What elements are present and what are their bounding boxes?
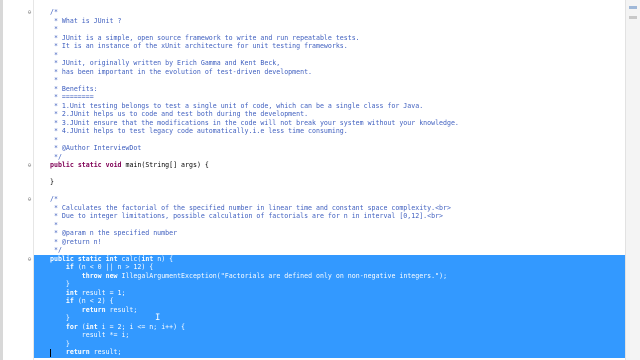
fold-collapse-icon[interactable]: ⊖ [26, 9, 33, 16]
code-line[interactable]: * JUnit, originally written by Erich Gam… [34, 59, 626, 68]
code-line[interactable]: */ [34, 153, 626, 162]
code-line-text: /* [50, 8, 58, 16]
code-line-text: * @Author InterviewDot [50, 144, 142, 152]
code-line[interactable]: * [34, 51, 626, 60]
code-line-text: if (n < 0 || n > 12) { [65, 263, 154, 271]
code-line[interactable]: * 4.JUnit helps to test legacy code auto… [34, 127, 626, 136]
code-line[interactable]: /* [34, 195, 626, 204]
code-line-text: * 3.JUnit ensure that the modifications … [50, 118, 459, 127]
code-line-text: * [50, 25, 58, 33]
code-line[interactable]: * 1.Unit testing belongs to test a singl… [34, 102, 626, 111]
code-line[interactable]: * [34, 221, 626, 230]
code-line-text: } [50, 280, 70, 288]
code-line[interactable] [34, 187, 626, 196]
fold-collapse-icon[interactable]: ⊖ [26, 256, 33, 263]
code-line[interactable] [34, 170, 626, 179]
code-line-text: } [50, 314, 70, 322]
code-line-text: return result; [81, 305, 138, 314]
code-line-text: return result; [65, 348, 122, 356]
code-line-text: * @param n the specified number [50, 229, 178, 237]
code-line[interactable]: for (int i = 2; i <= n; i++) { [34, 323, 626, 332]
code-line[interactable]: * [34, 25, 626, 34]
code-line[interactable]: * What is JUnit ? [34, 17, 626, 26]
ruler-marker[interactable] [629, 6, 637, 9]
code-line-text: /* [50, 195, 58, 203]
code-line-text: } [50, 178, 54, 186]
code-area[interactable]: /* * What is JUnit ? * * JUnit is a simp… [34, 0, 626, 360]
ruler-marker[interactable] [629, 16, 637, 19]
code-line-text: public static void main(String[] args) { [50, 161, 209, 169]
code-line[interactable]: public static int calc(int n) { [34, 255, 626, 264]
code-line[interactable]: * Calculates the factorial of the specif… [34, 204, 626, 213]
code-line[interactable]: * JUnit is a simple, open source framewo… [34, 34, 626, 43]
code-line-text: * 2.JUnit helps us to code and test both… [50, 110, 309, 118]
code-line[interactable]: } [34, 314, 626, 323]
code-line-text: * ======== [50, 93, 94, 101]
code-line[interactable]: * ======== [34, 93, 626, 102]
code-line-text: * [50, 135, 58, 144]
code-line-text: * [50, 50, 58, 59]
code-line[interactable]: return result; [34, 348, 626, 357]
text-cursor-icon: I [155, 313, 161, 323]
overview-ruler[interactable] [625, 0, 640, 360]
code-line[interactable]: * [34, 76, 626, 85]
code-line[interactable]: * It is an instance of the xUnit archite… [34, 42, 626, 51]
code-line[interactable]: } [34, 340, 626, 349]
code-line-text: * @return n! [50, 237, 102, 246]
code-line-text: * Calculates the factorial of the specif… [50, 203, 451, 212]
code-line-text: * [50, 220, 58, 229]
code-line-text: throw new IllegalArgumentException("Fact… [81, 271, 448, 280]
code-line-text: * has been important in the evolution of… [50, 67, 313, 76]
code-line-text: int result = 1; [65, 288, 126, 297]
code-line[interactable]: public static void main(String[] args) { [34, 161, 626, 170]
code-line-text: if (n < 2) { [65, 297, 114, 305]
code-line[interactable]: */ [34, 246, 626, 255]
text-caret [50, 349, 51, 357]
fold-collapse-icon[interactable]: ⊖ [26, 196, 33, 203]
code-line-text: */ [50, 246, 62, 254]
code-line[interactable]: * @return n! [34, 238, 626, 247]
code-line-text: result *= i; [50, 331, 130, 339]
code-line[interactable]: int result = 1; [34, 289, 626, 298]
code-line-text: * 1.Unit testing belongs to test a singl… [50, 101, 424, 110]
code-editor[interactable]: ⊖ ⊖ ⊖ ⊖ /* * What is JUnit ? * * JUnit is a… [0, 0, 640, 360]
code-line[interactable]: * Benefits: [34, 85, 626, 94]
code-line-text: for (int i = 2; i <= n; i++) { [65, 322, 186, 331]
code-line[interactable]: if (n < 0 || n > 12) { [34, 263, 626, 272]
code-line-text: public static int calc(int n) { [50, 254, 174, 263]
code-line[interactable]: /* [34, 8, 626, 17]
code-line[interactable]: return result; [34, 306, 626, 315]
code-line-text: * It is an instance of the xUnit archite… [50, 42, 348, 50]
code-line[interactable]: * [34, 136, 626, 145]
code-line-text: * JUnit, originally written by Erich Gam… [50, 59, 281, 67]
code-line-text: * Benefits: [50, 84, 98, 93]
code-line[interactable]: } [34, 178, 626, 187]
fold-collapse-icon[interactable]: ⊖ [26, 162, 33, 169]
editor-gutter[interactable]: ⊖ ⊖ ⊖ ⊖ [3, 0, 34, 360]
code-line-text: * [50, 76, 58, 84]
code-line[interactable]: throw new IllegalArgumentException("Fact… [34, 272, 626, 281]
code-line[interactable]: * @Author InterviewDot [34, 144, 626, 153]
code-line-text: */ [50, 152, 62, 161]
code-line-text: * JUnit is a simple, open source framewo… [50, 33, 360, 42]
code-line-text: * What is JUnit ? [50, 16, 122, 25]
code-line[interactable]: } [34, 280, 626, 289]
code-line-text: } [50, 339, 70, 348]
code-line[interactable]: if (n < 2) { [34, 297, 626, 306]
code-line[interactable]: * 3.JUnit ensure that the modifications … [34, 119, 626, 128]
code-line[interactable]: * has been important in the evolution of… [34, 68, 626, 77]
code-line[interactable]: * Due to integer limitations, possible c… [34, 212, 626, 221]
code-line[interactable]: * @param n the specified number [34, 229, 626, 238]
code-line-text: * Due to integer limitations, possible c… [50, 212, 444, 220]
code-line-text: * 4.JUnit helps to test legacy code auto… [50, 127, 348, 135]
code-line[interactable]: * 2.JUnit helps us to code and test both… [34, 110, 626, 119]
code-line[interactable]: result *= i; [34, 331, 626, 340]
